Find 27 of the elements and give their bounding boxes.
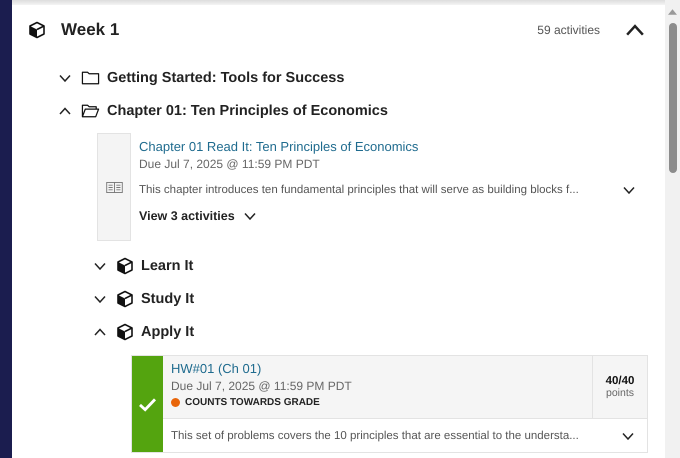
- folder-icon: [81, 70, 100, 86]
- grade-tag: COUNTS TOWARDS GRADE: [185, 397, 320, 408]
- cube-icon: [116, 322, 134, 340]
- section-title[interactable]: Study It: [141, 290, 194, 306]
- score: 40/40: [606, 375, 634, 387]
- due-date: Due Jul 7, 2025 @ 11:59 PM PDT: [139, 157, 321, 171]
- section-title[interactable]: Learn It: [141, 258, 194, 274]
- check-icon: [138, 396, 157, 412]
- week-title: Week 1: [61, 20, 120, 40]
- activity-description: This set of problems covers the 10 principles that are essential to the understa...: [171, 430, 579, 442]
- activity-link[interactable]: HW#01 (Ch 01): [171, 361, 584, 376]
- section-title[interactable]: Apply It: [141, 324, 194, 340]
- activity-count: 59 activities: [537, 23, 600, 37]
- view-activities-button[interactable]: View 3 activities: [139, 209, 235, 223]
- book-icon: [106, 182, 122, 192]
- scroll-thumb[interactable]: [668, 23, 676, 173]
- cube-icon: [28, 21, 46, 39]
- activity-description: This chapter introduces ten fundamental principles that will serve as building blocks f...: [139, 184, 579, 196]
- open-folder-icon: [81, 102, 100, 118]
- folder-title[interactable]: Getting Started: Tools for Success: [107, 70, 344, 86]
- folder-title[interactable]: Chapter 01: Ten Principles of Economics: [107, 102, 388, 118]
- cube-icon: [116, 256, 134, 274]
- score-unit: points: [606, 387, 634, 399]
- due-date: Due Jul 7, 2025 @ 11:59 PM PDT: [171, 379, 353, 393]
- scrollbar[interactable]: [665, 0, 680, 458]
- cube-icon: [116, 290, 134, 308]
- activity-link[interactable]: Chapter 01 Read It: Ten Principles of Economics: [139, 139, 636, 154]
